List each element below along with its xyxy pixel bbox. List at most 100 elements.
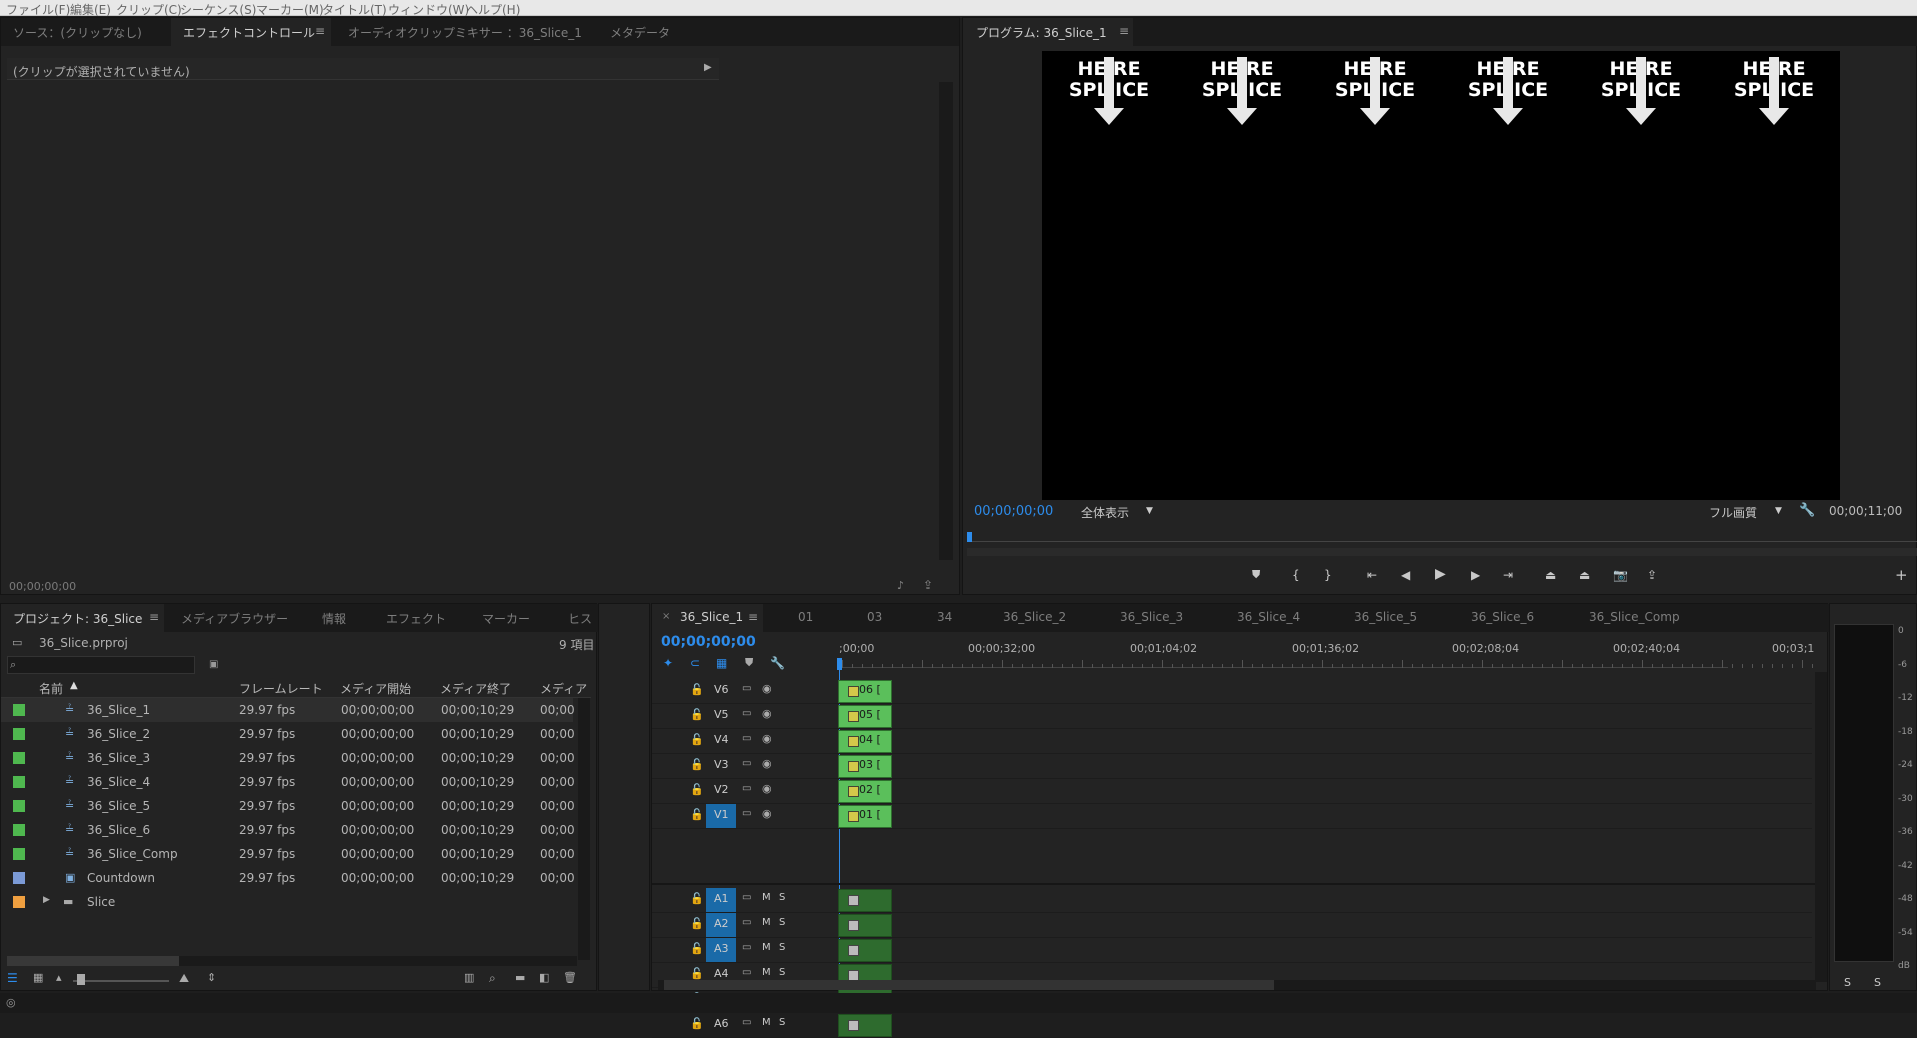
col-framerate[interactable]: フレームレート [239, 680, 323, 697]
project-item-row[interactable]: ≟ 36_Slice_5 29.97 fps 00;00;00;00 00;00;… [1, 794, 575, 818]
linked-selection-icon[interactable]: ⊂ [690, 656, 700, 670]
eye-icon[interactable]: ◉ [762, 782, 772, 795]
sync-lock-icon[interactable]: ▭ [742, 967, 751, 978]
tab-sequence-36-slice-comp[interactable]: 36_Slice_Comp [1589, 610, 1680, 624]
camera-icon[interactable]: 📷 [1613, 568, 1628, 582]
expand-arrow-icon[interactable]: ▶ [704, 62, 712, 73]
solo-button[interactable]: S [779, 942, 785, 953]
automate-to-sequence-icon[interactable]: ▥ [464, 971, 474, 984]
menu-edit[interactable]: 編集(E) [70, 1, 111, 18]
lock-icon[interactable]: 🔓 [690, 733, 704, 746]
quality-select[interactable]: フル画質 [1709, 504, 1757, 521]
sort-asc-icon[interactable]: ▲ [70, 680, 78, 691]
eye-icon[interactable]: ◉ [762, 757, 772, 770]
video-clip[interactable]: 04 [ [838, 730, 892, 753]
new-bin-from-search-icon[interactable]: ▣ [209, 659, 218, 670]
solo-button[interactable]: S [779, 917, 785, 928]
add-button-icon[interactable]: + [1895, 566, 1908, 584]
zoom-slider[interactable] [73, 980, 169, 982]
tab-effects[interactable]: エフェクト [386, 610, 446, 627]
program-scrub-bar[interactable] [967, 532, 1917, 542]
lock-icon[interactable]: 🔓 [690, 758, 704, 771]
track-name[interactable]: V6 [714, 683, 729, 696]
tab-program[interactable]: プログラム: 36_Slice_1 [976, 24, 1107, 41]
eye-icon[interactable]: ◉ [762, 682, 772, 695]
expand-folder-icon[interactable]: ▶ [43, 895, 50, 905]
solo-button[interactable]: S [779, 892, 785, 903]
project-item-row[interactable]: ≟ 36_Slice_1 29.97 fps 00;00;00;00 00;00;… [1, 698, 575, 722]
eye-icon[interactable]: ◉ [762, 807, 772, 820]
project-item-row[interactable]: ≟ 36_Slice_2 29.97 fps 00;00;00;00 00;00;… [1, 722, 575, 746]
solo-right-button[interactable]: S [1874, 976, 1881, 989]
track-name[interactable]: A4 [714, 967, 729, 980]
quality-dropdown-icon[interactable]: ▼ [1775, 506, 1782, 516]
menu-file[interactable]: ファイル(F) [6, 1, 70, 18]
timeline-close-icon[interactable]: × [662, 611, 670, 622]
solo-button[interactable]: S [779, 967, 785, 978]
sync-lock-icon[interactable]: ▭ [742, 1017, 751, 1028]
label-color-swatch[interactable] [13, 704, 25, 716]
label-color-swatch[interactable] [13, 896, 25, 908]
audio-clip[interactable] [838, 914, 892, 937]
lock-icon[interactable]: 🔓 [690, 892, 704, 905]
tab-sequence-36-slice-1[interactable]: 36_Slice_1 [680, 610, 743, 624]
new-item-icon[interactable]: ◧ [539, 971, 549, 984]
video-clip[interactable]: 03 [ [838, 755, 892, 778]
sync-lock-icon[interactable]: ▭ [742, 942, 751, 953]
project-item-row[interactable]: ≟ 36_Slice_3 29.97 fps 00;00;00;00 00;00;… [1, 746, 575, 770]
track-name[interactable]: V5 [714, 708, 729, 721]
mark-out-icon[interactable]: } [1324, 568, 1332, 582]
find-icon[interactable]: ⌕ [489, 971, 496, 986]
icon-view-icon[interactable]: ▦ [33, 971, 43, 984]
menu-window[interactable]: ウィンドウ(W) [388, 1, 469, 18]
timeline-timecode[interactable]: 00;00;00;00 [661, 634, 756, 650]
audio-clip[interactable] [838, 889, 892, 912]
lift-icon[interactable]: ⏏ [1545, 568, 1556, 582]
mute-button[interactable]: M [762, 917, 771, 928]
tab-sequence-36-slice-5[interactable]: 36_Slice_5 [1354, 610, 1417, 624]
lock-icon[interactable]: 🔓 [690, 942, 704, 955]
effect-scrollbar[interactable] [939, 82, 953, 560]
freeform-view-icon[interactable]: ▴ [56, 971, 62, 984]
tab-project[interactable]: プロジェクト: 36_Slice [13, 610, 142, 627]
list-view-icon[interactable]: ☰ [7, 971, 18, 985]
col-media-end[interactable]: メディア終了 [440, 680, 511, 697]
project-search-input[interactable] [7, 656, 195, 674]
project-scrollbar[interactable] [578, 698, 590, 960]
go-to-out-icon[interactable]: ⇥ [1503, 568, 1513, 582]
track-name[interactable]: A1 [714, 892, 729, 905]
menu-clip[interactable]: クリップ(C) [116, 1, 182, 18]
mute-button[interactable]: M [762, 1017, 771, 1028]
lock-icon[interactable]: 🔓 [690, 917, 704, 930]
mute-button[interactable]: M [762, 967, 771, 978]
zoom-slider-handle[interactable] [77, 974, 85, 985]
tab-sequence-36-slice-6[interactable]: 36_Slice_6 [1471, 610, 1534, 624]
tab-sequence-36-slice-2[interactable]: 36_Slice_2 [1003, 610, 1066, 624]
track-name[interactable]: A6 [714, 1017, 729, 1030]
panel-menu-icon[interactable]: ≡ [748, 610, 758, 624]
insert-sequence-icon[interactable]: ▦ [716, 656, 727, 670]
tab-sequence-36-slice-3[interactable]: 36_Slice_3 [1120, 610, 1183, 624]
label-color-swatch[interactable] [13, 800, 25, 812]
project-item-row[interactable]: ▣ Countdown 29.97 fps 00;00;00;00 00;00;1… [1, 866, 575, 890]
sync-lock-icon[interactable]: ▭ [742, 758, 751, 769]
menu-sequence[interactable]: シーケンス(S) [180, 1, 256, 18]
video-clip[interactable]: 01 [ [838, 805, 892, 828]
tab-media-browser[interactable]: メディアブラウザー [181, 610, 288, 627]
wrench-icon[interactable]: 🔧 [1799, 503, 1815, 518]
eye-icon[interactable]: ◉ [762, 732, 772, 745]
share-icon[interactable]: ⇪ [1647, 568, 1657, 582]
video-clip[interactable]: 05 [ [838, 705, 892, 728]
program-timecode[interactable]: 00;00;00;00 [974, 504, 1053, 519]
solo-button[interactable]: S [779, 1017, 785, 1028]
mute-button[interactable]: M [762, 892, 771, 903]
track-name[interactable]: A3 [714, 942, 729, 955]
tab-info[interactable]: 情報 [322, 610, 346, 627]
label-color-swatch[interactable] [13, 728, 25, 740]
solo-left-button[interactable]: S [1844, 976, 1851, 989]
zoom-dropdown-icon[interactable]: ▼ [1146, 506, 1153, 516]
menu-help[interactable]: ヘルプ(H) [466, 1, 520, 18]
zoom-select[interactable]: 全体表示 [1081, 504, 1129, 521]
col-media-start[interactable]: メディア開始 [340, 680, 411, 697]
extract-icon[interactable]: ⏏ [1579, 568, 1590, 582]
